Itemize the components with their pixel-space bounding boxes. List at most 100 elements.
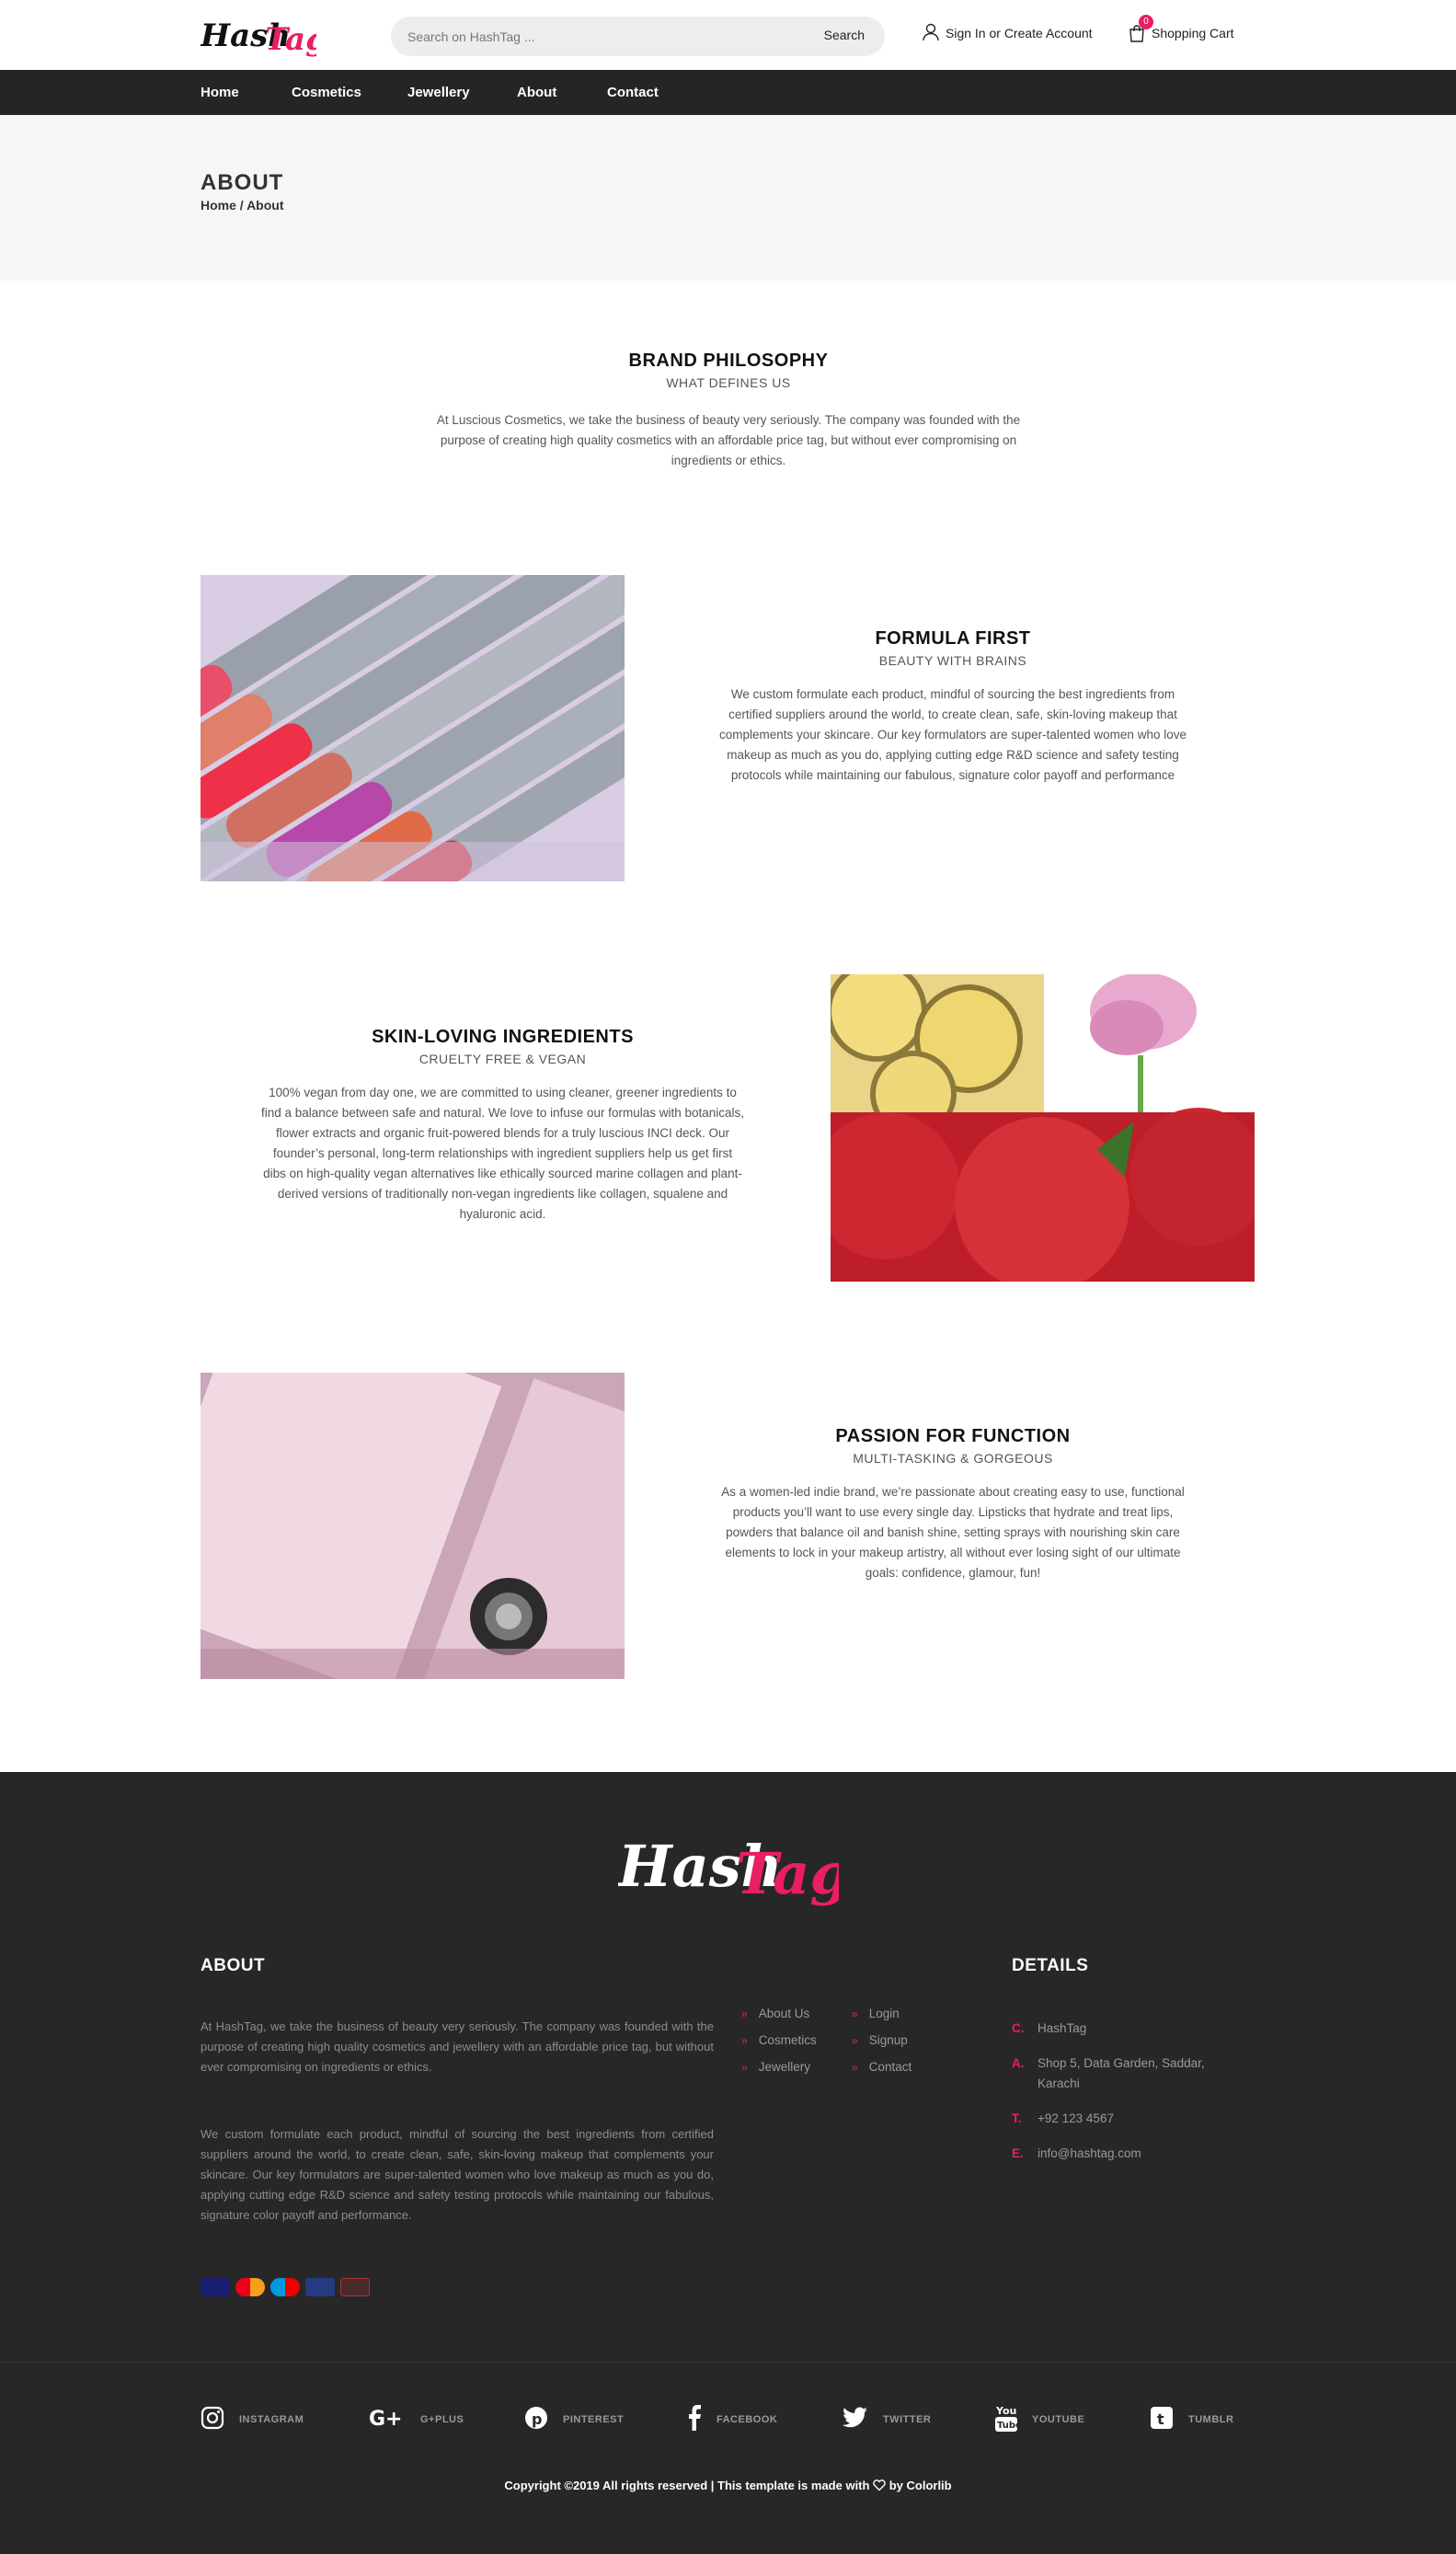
maestro-icon	[270, 2278, 300, 2296]
section-title: PASSION FOR FUNCTION	[835, 1426, 1071, 1446]
colorlib-link[interactable]: by Colorlib	[889, 2479, 952, 2492]
detail-email: E. info@hashtag.com	[1012, 2144, 1141, 2164]
footer-links-column-1: About Us Cosmetics Jewellery	[741, 2000, 817, 2080]
social-tumblr[interactable]: t TUMBLR	[1150, 2405, 1233, 2434]
section-title: FORMULA FIRST	[875, 628, 1031, 649]
social-label: TWITTER	[883, 2414, 932, 2425]
section-text: At Luscious Cosmetics, we take the busin…	[436, 413, 1021, 467]
page-title: ABOUT	[201, 170, 284, 195]
page-header: ABOUT Home / About	[0, 115, 1456, 281]
passion-for-function-section: PASSION FOR FUNCTION MULTI-TASKING & GOR…	[710, 1426, 1196, 1583]
footer-link-contact[interactable]: Contact	[852, 2054, 912, 2080]
social-label: PINTEREST	[563, 2414, 625, 2425]
copyright: Copyright ©2019 All rights reserved | Th…	[0, 2479, 1456, 2492]
tumblr-icon: t	[1150, 2406, 1174, 2434]
footer-logo[interactable]: Hash Tag	[618, 1823, 839, 1916]
svg-text:G+: G+	[369, 2408, 403, 2430]
googleplus-icon: G+	[369, 2406, 406, 2434]
nav-about[interactable]: About	[517, 70, 556, 115]
user-icon	[922, 23, 940, 44]
footer-link-jewellery[interactable]: Jewellery	[741, 2054, 817, 2080]
social-label: INSTAGRAM	[239, 2414, 304, 2425]
nav-contact[interactable]: Contact	[607, 70, 659, 115]
svg-text:Tube: Tube	[997, 2421, 1017, 2431]
visa-icon	[201, 2278, 230, 2296]
social-twitter[interactable]: TWITTER	[843, 2405, 931, 2434]
footer-details-heading: DETAILS	[1012, 1956, 1089, 1975]
breadcrumb-current: About	[246, 198, 284, 213]
site-footer: Hash Tag ABOUT At HashTag, we take the b…	[0, 1772, 1456, 2554]
detail-value: HashTag	[1038, 2021, 1087, 2035]
section-subtitle: CRUELTY FREE & VEGAN	[418, 1052, 587, 1066]
copyright-text: Copyright ©2019 All rights reserved | Th…	[504, 2479, 870, 2492]
twitter-icon	[843, 2406, 868, 2433]
section-subtitle: BEAUTY WITH BRAINS	[878, 653, 1027, 668]
section-text: 100% vegan from day one, we are committe…	[260, 1086, 745, 1221]
footer-about-text: At HashTag, we take the business of beau…	[201, 2019, 714, 2074]
mastercard-icon	[235, 2278, 265, 2296]
social-pinterest[interactable]: p PINTEREST	[524, 2405, 624, 2434]
section-text: We custom formulate each product, mindfu…	[719, 687, 1187, 782]
youtube-icon: You Tube	[995, 2403, 1022, 2437]
shopping-cart-link[interactable]: 0 Shopping Cart	[1128, 15, 1234, 44]
detail-key: C.	[1012, 2021, 1025, 2035]
cart-label: Shopping Cart	[1152, 26, 1234, 40]
skin-loving-ingredients-section: SKIN-LOVING INGREDIENTS CRUELTY FREE & V…	[260, 1027, 745, 1225]
footer-link-signup[interactable]: Signup	[852, 2027, 911, 2054]
svg-text:p: p	[532, 2410, 542, 2428]
social-label: G+PLUS	[420, 2414, 464, 2425]
breadcrumb-home[interactable]: Home	[201, 198, 236, 213]
top-bar: Hash Tag Search Sign In or Create Accoun…	[0, 0, 1456, 70]
svg-text:Tag: Tag	[736, 1840, 839, 1907]
footer-link-cosmetics[interactable]: Cosmetics	[741, 2027, 817, 2054]
footer-about-heading: ABOUT	[201, 1956, 266, 1975]
heart-icon	[873, 2479, 889, 2492]
main-nav: Home Cosmetics Jewellery About Contact	[0, 70, 1456, 115]
nav-cosmetics[interactable]: Cosmetics	[292, 70, 361, 115]
social-label: TUMBLR	[1188, 2414, 1234, 2425]
footer-about-text-2: We custom formulate each product, mindfu…	[201, 2127, 714, 2222]
social-facebook[interactable]: FACEBOOK	[687, 2404, 778, 2435]
instagram-icon	[201, 2406, 224, 2434]
section-title: SKIN-LOVING INGREDIENTS	[372, 1027, 634, 1047]
detail-value[interactable]: +92 123 4567	[1038, 2109, 1114, 2129]
nav-home[interactable]: Home	[201, 70, 239, 115]
footer-link-login[interactable]: Login	[852, 2000, 911, 2027]
cart-count-badge: 0	[1139, 15, 1153, 29]
section-subtitle: MULTI-TASKING & GORGEOUS	[853, 1451, 1053, 1466]
search-button[interactable]: Search	[824, 28, 865, 42]
detail-key: E.	[1012, 2146, 1024, 2160]
pinterest-icon: p	[524, 2406, 548, 2434]
section-text: As a women-led indie brand, we’re passio…	[721, 1485, 1185, 1580]
social-youtube[interactable]: You Tube YOUTUBE	[995, 2405, 1084, 2434]
footer-divider	[0, 2362, 1456, 2363]
social-label: YOUTUBE	[1032, 2414, 1085, 2425]
nav-jewellery[interactable]: Jewellery	[407, 70, 470, 115]
search-input[interactable]	[407, 17, 785, 56]
card-icon	[340, 2278, 370, 2296]
lipsticks-image	[201, 575, 625, 881]
breadcrumb-separator: /	[239, 198, 244, 213]
svg-text:Tag: Tag	[265, 21, 316, 58]
account-link[interactable]: Sign In or Create Account	[922, 22, 1093, 44]
paypal-icon	[305, 2278, 335, 2296]
breadcrumb: Home / About	[201, 198, 284, 213]
site-logo[interactable]: Hash Tag	[201, 11, 316, 61]
search-bar: Search	[391, 17, 885, 56]
detail-value: Shop 5, Data Garden, Saddar, Karachi	[1038, 2056, 1205, 2090]
payment-methods	[201, 2278, 370, 2296]
social-instagram[interactable]: INSTAGRAM	[201, 2405, 304, 2434]
footer-link-about-us[interactable]: About Us	[741, 2000, 817, 2027]
detail-value[interactable]: info@hashtag.com	[1038, 2144, 1141, 2164]
foundation-packaging-image	[201, 1373, 625, 1679]
detail-address: A. Shop 5, Data Garden, Saddar, Karachi	[1012, 2054, 1232, 2094]
formula-first-section: FORMULA FIRST BEAUTY WITH BRAINS We cust…	[710, 628, 1196, 786]
social-googleplus[interactable]: G+ G+PLUS	[369, 2405, 464, 2434]
detail-phone: T. +92 123 4567	[1012, 2109, 1114, 2129]
detail-company: C. HashTag	[1012, 2019, 1086, 2039]
facebook-icon	[687, 2404, 702, 2435]
section-title: BRAND PHILOSOPHY	[628, 351, 829, 371]
footer-links-column-2: Login Signup Contact	[852, 2000, 912, 2080]
social-label: FACEBOOK	[717, 2414, 778, 2425]
detail-key: A.	[1012, 2056, 1025, 2070]
